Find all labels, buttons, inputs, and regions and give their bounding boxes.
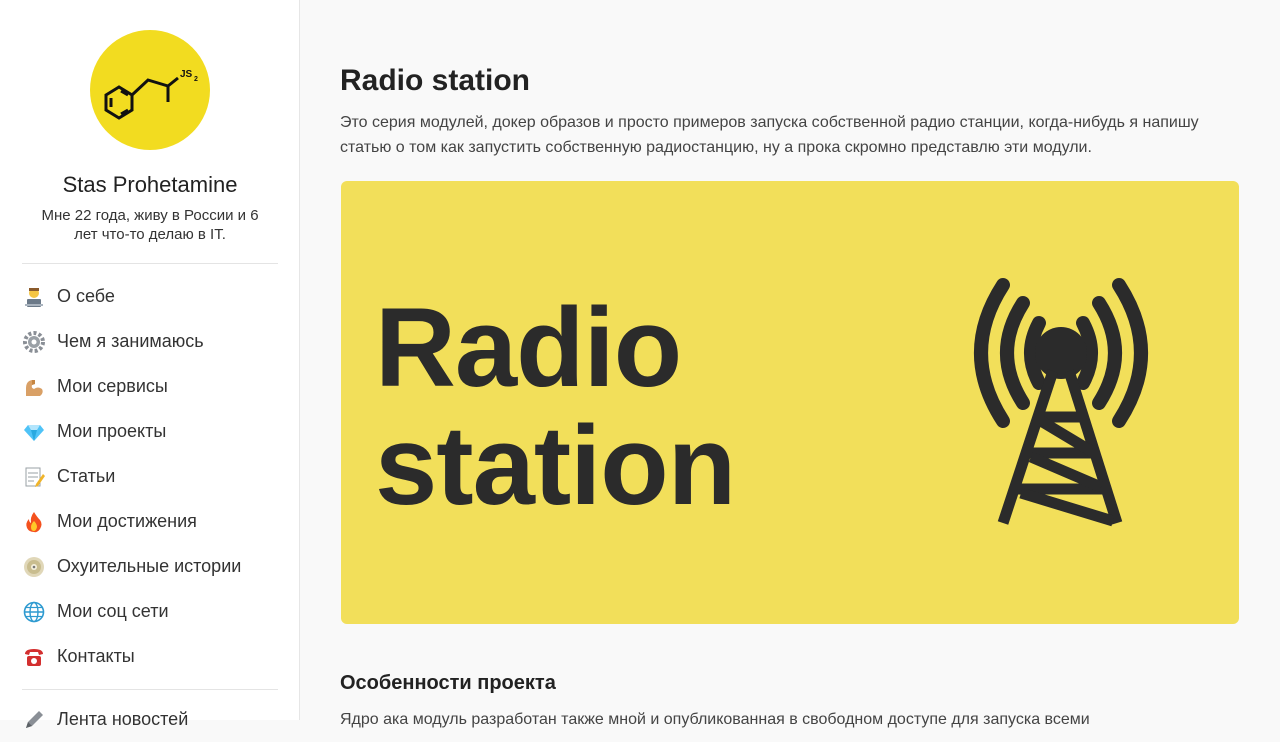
sidebar: JS 2 Stas Prohetamine Мне 22 года, живу … <box>0 0 300 729</box>
avatar-label: JS <box>180 69 193 80</box>
gear-icon <box>22 330 46 354</box>
nav-item-label: Мои сервисы <box>57 376 168 396</box>
radio-tower-icon <box>974 278 1148 527</box>
sidebar-divider <box>22 689 278 690</box>
molecule-logo-icon: JS 2 <box>104 69 198 120</box>
sidebar-nav: О себе Чем я занимаюсь Мои сервисы Мои п… <box>22 274 278 679</box>
article-intro: Это серия модулей, докер образов и прост… <box>340 114 1199 156</box>
sidebar-divider <box>22 263 278 264</box>
technologist-icon <box>22 285 46 309</box>
avatar-subscript: 2 <box>194 76 198 83</box>
author-bio: Мне 22 года, живу в России и 6 лет что-т… <box>41 207 259 243</box>
globe-icon <box>22 600 46 624</box>
nav-item-services[interactable]: Мои сервисы <box>22 364 278 409</box>
nav-item-label: Контакты <box>57 646 135 666</box>
dvd-icon <box>22 555 46 579</box>
nav-item-label: Чем я занимаюсь <box>57 331 204 351</box>
nav-item-label: Статьи <box>57 466 116 486</box>
author-name: Stas Prohetamine <box>62 172 238 197</box>
section-title: Особенности проекта <box>340 672 556 694</box>
fire-icon <box>22 510 46 534</box>
telephone-icon <box>22 645 46 669</box>
avatar[interactable]: JS 2 <box>90 30 210 150</box>
flexed-biceps-icon <box>22 375 46 399</box>
nav-item-label: Мои проекты <box>57 421 167 441</box>
memo-icon <box>22 465 46 489</box>
banner-title-line-2: station <box>375 403 736 528</box>
nav-item-stories[interactable]: Охуительные истории <box>22 544 278 589</box>
section-text: Ядро ака модуль разработан также мной и … <box>340 711 1090 728</box>
nav-item-label: Мои достижения <box>57 511 197 531</box>
nav-item-label: Мои соц сети <box>57 601 169 621</box>
nav-item-label: О себе <box>57 286 115 306</box>
nav-item-achievements[interactable]: Мои достижения <box>22 499 278 544</box>
gem-icon <box>22 420 46 444</box>
nav-item-socials[interactable]: Мои соц сети <box>22 589 278 634</box>
article: Radio station Это серия модулей, докер о… <box>340 0 1240 728</box>
nav-item-projects[interactable]: Мои проекты <box>22 409 278 454</box>
nav-item-articles[interactable]: Статьи <box>22 454 278 499</box>
nav-item-what-i-do[interactable]: Чем я занимаюсь <box>22 319 278 364</box>
nav-item-contacts[interactable]: Контакты <box>22 634 278 679</box>
nav-item-label: Охуительные истории <box>57 556 242 576</box>
banner-title-line-1: Radio <box>375 285 682 410</box>
nav-item-about[interactable]: О себе <box>22 274 278 319</box>
article-banner: Radio station <box>341 181 1239 624</box>
banner-title: Radio station <box>375 285 736 528</box>
page-title: Radio station <box>340 64 531 97</box>
